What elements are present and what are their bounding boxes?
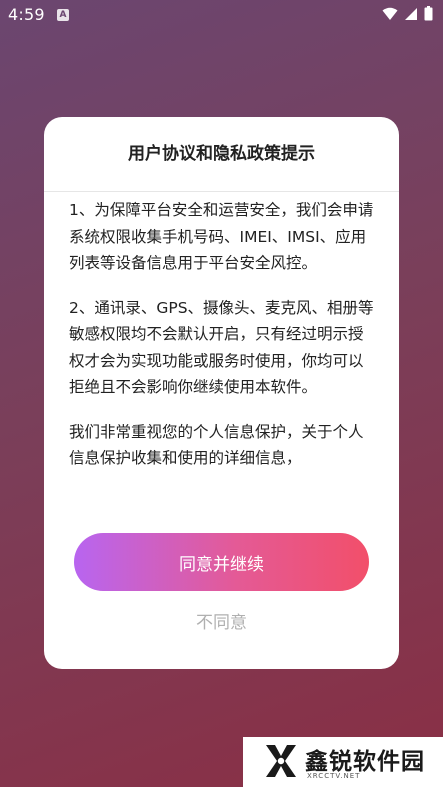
policy-paragraph-2: 2、通讯录、GPS、摄像头、麦克风、相册等敏感权限均不会默认开启，只有经过明示授… [69,298,374,397]
watermark-name: 鑫锐软件园 [305,749,425,775]
title-divider [44,191,399,192]
battery-icon [424,5,433,25]
dialog-body-scroll[interactable]: 1、为保障平台安全和运营安全，我们会申请系统权限收集手机号码、IMEI、IMSI… [69,197,374,504]
dialog-title: 用户协议和隐私政策提示 [128,144,315,164]
cellular-icon [404,6,418,25]
status-icons [382,5,433,25]
agree-continue-button[interactable]: 同意并继续 [74,533,369,591]
privacy-policy-dialog: 用户协议和隐私政策提示 1、为保障平台安全和运营安全，我们会申请系统权限收集手机… [44,117,399,669]
disagree-button[interactable]: 不同意 [44,605,399,641]
notification-app-icon: A [57,9,69,21]
policy-paragraph-3: 我们非常重视您的个人信息保护，关于个人信息保护收集和使用的详细信息， [69,422,364,468]
status-time: 4:59 [8,5,45,24]
watermark: 鑫锐软件园 XRCCTV.NET [243,737,443,787]
status-bar: 4:59 A [0,0,443,32]
watermark-logo-icon [263,742,299,784]
watermark-url: XRCCTV.NET [307,772,361,780]
wifi-icon [382,6,398,25]
policy-paragraph-1: 1、为保障平台安全和运营安全，我们会申请系统权限收集手机号码、IMEI、IMSI… [69,201,374,272]
